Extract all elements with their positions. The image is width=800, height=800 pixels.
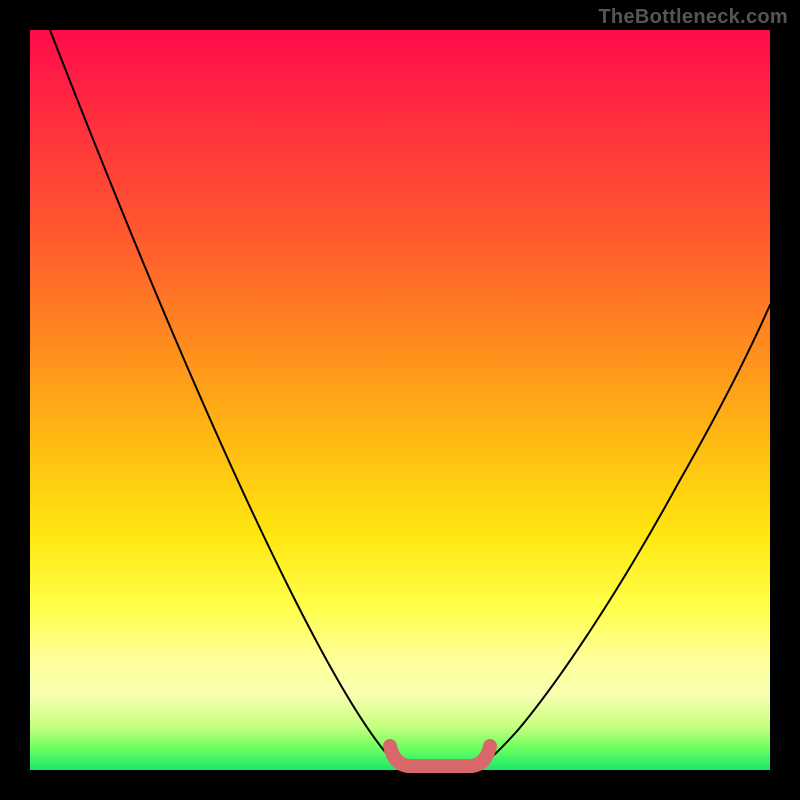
flat-bottom-marker — [390, 746, 490, 766]
curve-right-branch — [478, 305, 770, 766]
chart-stage: TheBottleneck.com — [0, 0, 800, 800]
curve-left-branch — [50, 30, 402, 766]
curve-layer — [30, 30, 770, 770]
watermark-text: TheBottleneck.com — [598, 6, 788, 29]
plot-area — [30, 30, 770, 770]
